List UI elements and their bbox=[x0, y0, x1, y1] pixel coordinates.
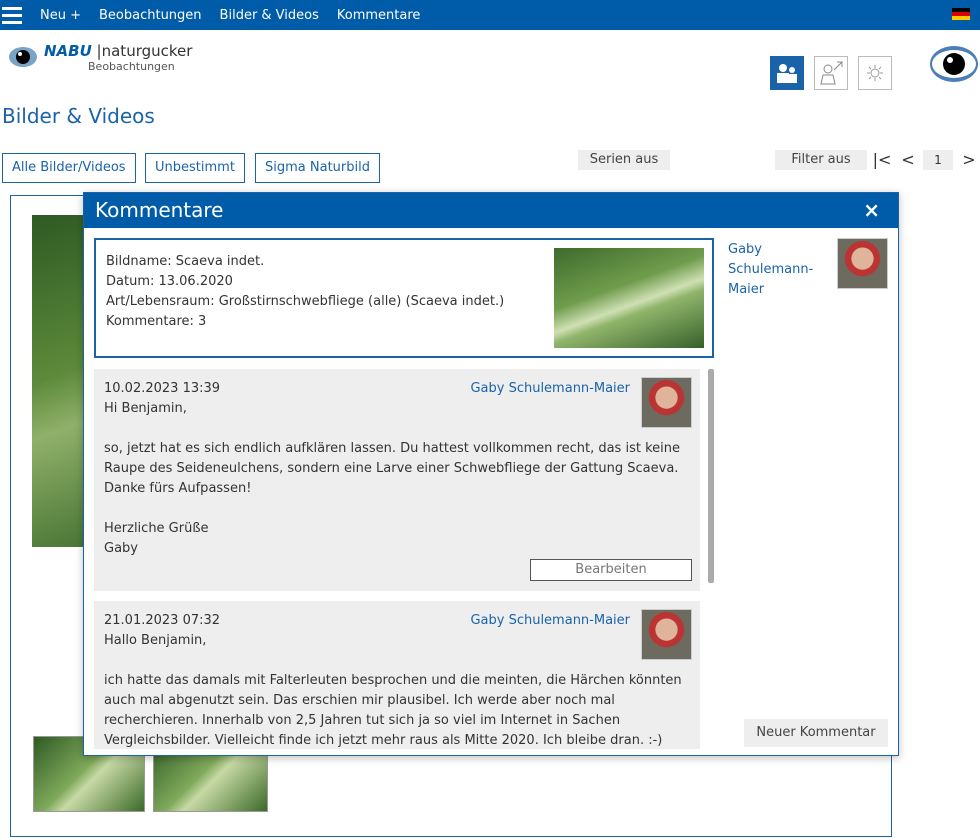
header-icons bbox=[770, 56, 902, 90]
side-author-name[interactable]: Gaby Schulemann-Maier bbox=[728, 240, 828, 300]
comments-scrollbar[interactable] bbox=[708, 369, 714, 583]
new-comment-button[interactable]: Neuer Kommentar bbox=[744, 719, 888, 747]
series-toggle-button[interactable]: Serien aus bbox=[578, 150, 670, 170]
page-title: Bilder & Videos bbox=[2, 104, 155, 128]
eye-logo-icon bbox=[9, 47, 37, 67]
nav-beobachtungen[interactable]: Beobachtungen bbox=[99, 8, 202, 23]
logo-nabu: NABU bbox=[44, 42, 92, 60]
comments-modal: Kommentare × Bildname: Scaeva indet. Dat… bbox=[83, 192, 899, 756]
side-author-avatar[interactable] bbox=[837, 238, 888, 289]
filter-sigma-button[interactable]: Sigma Naturbild bbox=[255, 153, 380, 183]
info-image[interactable] bbox=[554, 248, 704, 348]
modal-title: Kommentare bbox=[95, 198, 224, 222]
profile-external-icon[interactable] bbox=[814, 56, 848, 90]
comment-avatar[interactable] bbox=[641, 377, 692, 428]
top-navbar: Neu + Beobachtungen Bilder & Videos Komm… bbox=[0, 0, 980, 30]
image-info-box: Bildname: Scaeva indet. Datum: 13.06.202… bbox=[94, 238, 714, 358]
edit-button[interactable]: Bearbeiten bbox=[530, 559, 692, 581]
page-number[interactable]: 1 bbox=[923, 150, 953, 170]
comments-list: 10.02.2023 13:39 Gaby Schulemann-Maier H… bbox=[94, 369, 714, 749]
comment-body: Hallo Benjamin, ich hatte das damals mit… bbox=[104, 633, 682, 748]
close-icon[interactable]: × bbox=[863, 193, 880, 228]
hamburger-menu-icon[interactable] bbox=[2, 6, 22, 24]
comment-author[interactable]: Gaby Schulemann-Maier bbox=[470, 611, 630, 631]
comment-body: Hi Benjamin, so, jetzt hat es sich endli… bbox=[104, 401, 680, 556]
nav-kommentare[interactable]: Kommentare bbox=[337, 8, 421, 23]
logo-subtitle: Beobachtungen bbox=[88, 60, 175, 73]
german-flag-icon[interactable] bbox=[952, 8, 970, 20]
settings-icon[interactable] bbox=[858, 56, 892, 90]
modal-header: Kommentare × bbox=[84, 193, 898, 228]
page-first-button[interactable]: |< bbox=[871, 150, 893, 170]
logo-brand: naturgucker bbox=[101, 42, 193, 60]
naturgucker-eye-logo-icon bbox=[930, 46, 978, 82]
filter-unbestimmt-button[interactable]: Unbestimmt bbox=[145, 153, 245, 183]
users-icon[interactable] bbox=[770, 56, 804, 90]
filter-all-button[interactable]: Alle Bilder/Videos bbox=[2, 153, 136, 183]
nav-new[interactable]: Neu + bbox=[40, 8, 81, 23]
page-next-button[interactable]: > bbox=[958, 150, 980, 170]
nav-bilder-videos[interactable]: Bilder & Videos bbox=[220, 8, 319, 23]
filter-toggle-button[interactable]: Filter aus bbox=[775, 150, 867, 170]
site-logo[interactable]: NABU |naturgucker Beobachtungen bbox=[8, 42, 192, 74]
comment-item: 10.02.2023 13:39 Gaby Schulemann-Maier H… bbox=[94, 369, 700, 591]
comment-avatar[interactable] bbox=[641, 609, 692, 660]
comment-author[interactable]: Gaby Schulemann-Maier bbox=[470, 379, 630, 399]
page-prev-button[interactable]: < bbox=[897, 150, 919, 170]
comment-item: 21.01.2023 07:32 Gaby Schulemann-Maier H… bbox=[94, 601, 700, 749]
